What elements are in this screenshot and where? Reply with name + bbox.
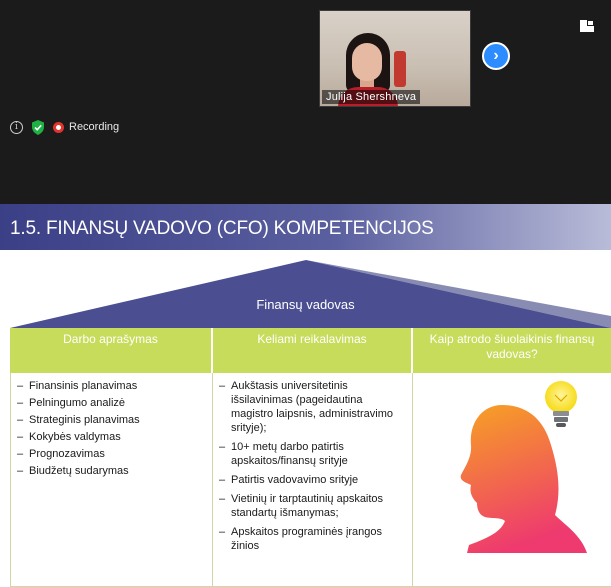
list-item: Apskaitos programinės įrangos žinios [219,525,406,553]
list-item: Biudžetų sudarymas [17,464,206,478]
recording-icon [53,121,64,133]
video-background-chair [394,51,406,87]
list-item: Kokybės valdymas [17,430,206,444]
column-body-row: Finansinis planavimas Pelningumo analizė… [10,373,611,587]
slide-title-bar: 1.5. FINANSŲ VADOVO (CFO) KOMPETENCIJOS [0,204,611,250]
requirements-list: Aukštasis universitetinis išsilavinimas … [219,379,406,553]
column-header-row: Darbo aprašymas Keliami reikalavimas Kai… [10,328,611,373]
roof-label: Finansų vadovas [256,297,355,312]
participant-video-tile[interactable]: Julija Shershneva [319,10,471,107]
roof-shape [10,260,611,328]
column-requirements: Aukštasis universitetinis išsilavinimas … [213,373,413,587]
participant-face [352,43,382,81]
chevron-right-icon: › [493,47,499,64]
head-with-lightbulb-icon [460,381,587,553]
list-item: Vietinių ir tarptautinių apskaitos stand… [219,492,406,520]
meeting-status-bar: i Recording [10,119,119,135]
slide-title: 1.5. FINANSŲ VADOVO (CFO) KOMPETENCIJOS [10,218,434,239]
list-item: Prognozavimas [17,447,206,461]
list-item: Aukštasis universitetinis išsilavinimas … [219,379,406,435]
job-description-list: Finansinis planavimas Pelningumo analizė… [17,379,206,478]
list-item: Patirtis vadovavimo srityje [219,473,406,487]
participant-name-label: Julija Shershneva [322,90,421,104]
next-page-button[interactable]: › [482,42,510,70]
column-header-job-description: Darbo aprašymas [10,328,213,373]
list-item: Finansinis planavimas [17,379,206,393]
view-toggle-icon[interactable] [580,20,594,32]
shared-slide: 1.5. FINANSŲ VADOVO (CFO) KOMPETENCIJOS … [0,204,611,587]
column-modern-cfo [413,373,611,587]
column-job-description: Finansinis planavimas Pelningumo analizė… [10,373,213,587]
shield-check-icon[interactable] [31,119,45,135]
list-item: Strateginis planavimas [17,413,206,427]
recording-indicator[interactable]: Recording [53,121,119,133]
list-item: Pelningumo analizė [17,396,206,410]
info-icon[interactable]: i [10,120,23,134]
column-header-modern-cfo: Kaip atrodo šiuolaikinis finansų vadovas… [429,332,595,361]
recording-label: Recording [69,121,120,133]
column-header-requirements: Keliami reikalavimas [213,328,413,373]
meeting-window: Julija Shershneva › i Recording [0,0,611,204]
list-item: 10+ metų darbo patirtis apskaitos/finans… [219,440,406,468]
